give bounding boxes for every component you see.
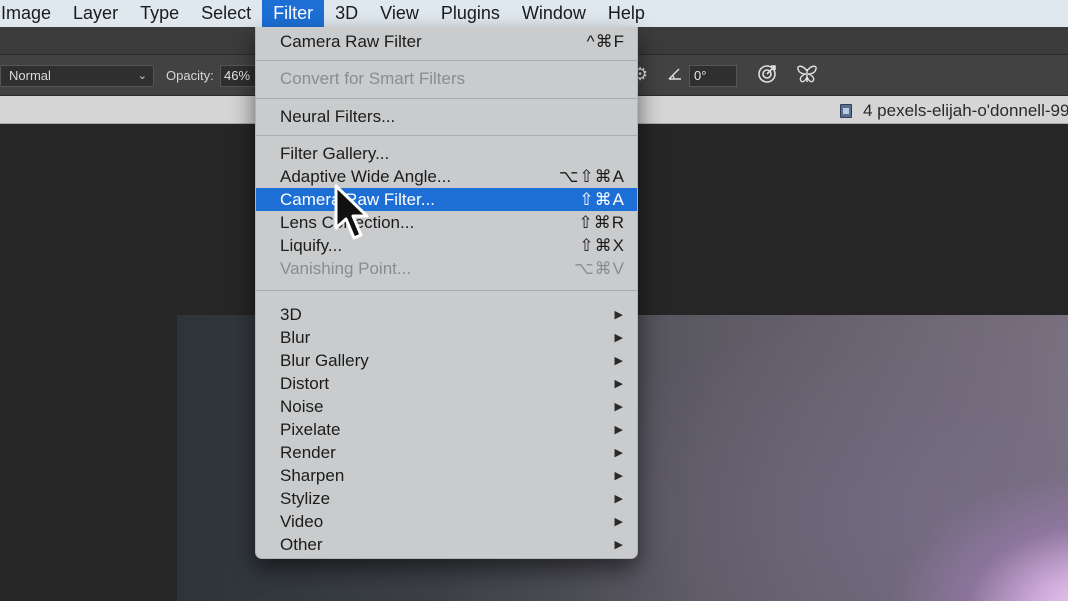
menu-layer[interactable]: Layer [62, 0, 129, 27]
menu-item-label: Pixelate [280, 419, 341, 439]
menu-item-label: Liquify... [280, 235, 343, 255]
blend-mode-select[interactable]: Normal ⌄ [0, 65, 154, 87]
menu-item-shortcut: ^⌘F [586, 31, 625, 51]
submenu-arrow-icon: ▶ [614, 378, 623, 390]
menu-item-label: Camera Raw Filter [280, 31, 422, 51]
mouse-pointer-icon [334, 184, 369, 240]
blend-mode-value: Normal [9, 68, 51, 83]
menu-window[interactable]: Window [511, 0, 597, 27]
menu-item-label: Filter Gallery... [280, 143, 390, 163]
submenu-arrow-icon: ▶ [614, 516, 623, 528]
menu-item-label: Sharpen [280, 465, 345, 485]
menu-item-neural-filters[interactable]: Neural Filters... [256, 105, 637, 128]
submenu-pixelate[interactable]: Pixelate ▶ [256, 418, 637, 441]
menu-item-label: Neural Filters... [280, 106, 396, 126]
submenu-arrow-icon: ▶ [614, 539, 623, 551]
submenu-arrow-icon: ▶ [614, 424, 623, 436]
submenu-other[interactable]: Other ▶ [256, 533, 637, 556]
submenu-sharpen[interactable]: Sharpen ▶ [256, 464, 637, 487]
photoshop-file-icon [840, 104, 852, 118]
menu-item-label: Render [280, 442, 336, 462]
document-tab[interactable]: 4 pexels-elijah-o'donnell-99 [840, 98, 1068, 124]
menu-item-camera-raw-filter[interactable]: Camera Raw Filter... ⇧⌘A [256, 188, 637, 211]
submenu-distort[interactable]: Distort ▶ [256, 372, 637, 395]
butterfly-icon[interactable] [795, 63, 819, 85]
submenu-noise[interactable]: Noise ▶ [256, 395, 637, 418]
angle-input[interactable]: 0° [689, 65, 737, 87]
submenu-arrow-icon: ▶ [614, 447, 623, 459]
chevron-down-icon: ⌄ [137, 70, 147, 82]
submenu-arrow-icon: ▶ [614, 401, 623, 413]
document-tab-title: 4 pexels-elijah-o'donnell-99 [863, 101, 1068, 120]
menu-filter[interactable]: Filter [262, 0, 325, 27]
target-icon[interactable] [756, 63, 778, 85]
menu-view[interactable]: View [369, 0, 430, 27]
menu-item-label: Convert for Smart Filters [280, 68, 466, 88]
filter-menu: Camera Raw Filter ^⌘F Convert for Smart … [255, 27, 638, 559]
menu-item-shortcut: ⇧⌘A [579, 189, 625, 209]
menu-type[interactable]: Type [129, 0, 190, 27]
submenu-arrow-icon: ▶ [614, 470, 623, 482]
menu-help[interactable]: Help [597, 0, 656, 27]
menu-item-label: Video [280, 511, 324, 531]
menu-item-shortcut: ⇧⌘R [578, 212, 625, 232]
submenu-blur-gallery[interactable]: Blur Gallery ▶ [256, 349, 637, 372]
menu-image[interactable]: Image [0, 0, 62, 27]
menu-item-lens-correction[interactable]: Lens Correction... ⇧⌘R [256, 211, 637, 234]
submenu-arrow-icon: ▶ [614, 493, 623, 505]
menu-item-shortcut: ⇧⌘X [579, 235, 625, 255]
menu-separator [256, 60, 637, 61]
menu-item-label: Blur [280, 327, 311, 347]
menu-item-label: Stylize [280, 488, 331, 508]
submenu-blur[interactable]: Blur ▶ [256, 326, 637, 349]
menu-item-shortcut: ⌥⌘V [574, 258, 625, 278]
submenu-3d[interactable]: 3D ▶ [256, 303, 637, 326]
submenu-render[interactable]: Render ▶ [256, 441, 637, 464]
menu-select[interactable]: Select [190, 0, 262, 27]
menu-item-adaptive-wide-angle[interactable]: Adaptive Wide Angle... ⌥⇧⌘A [256, 165, 637, 188]
menu-separator [256, 290, 637, 291]
menu-item-liquify[interactable]: Liquify... ⇧⌘X [256, 234, 637, 257]
menu-item-label: 3D [280, 304, 302, 324]
menu-item-convert-smart-filters: Convert for Smart Filters [256, 67, 637, 90]
opacity-input[interactable]: 46% [220, 65, 260, 87]
submenu-stylize[interactable]: Stylize ▶ [256, 487, 637, 510]
menu-separator [256, 98, 637, 99]
menu-item-label: Noise [280, 396, 324, 416]
photoshop-window: Image Layer Type Select Filter 3D View P… [0, 0, 1068, 601]
menu-item-label: Blur Gallery [280, 350, 369, 370]
menu-bar: Image Layer Type Select Filter 3D View P… [0, 0, 1068, 27]
menu-3d[interactable]: 3D [324, 0, 369, 27]
submenu-video[interactable]: Video ▶ [256, 510, 637, 533]
submenu-arrow-icon: ▶ [614, 355, 623, 367]
menu-item-last-filter[interactable]: Camera Raw Filter ^⌘F [256, 30, 637, 53]
menu-item-filter-gallery[interactable]: Filter Gallery... [256, 142, 637, 165]
menu-item-label: Vanishing Point... [280, 258, 412, 278]
opacity-label: Opacity: [166, 68, 214, 83]
menu-item-shortcut: ⌥⇧⌘A [558, 166, 625, 186]
submenu-arrow-icon: ▶ [614, 332, 623, 344]
menu-item-label: Distort [280, 373, 330, 393]
submenu-arrow-icon: ▶ [614, 309, 623, 321]
menu-item-label: Other [280, 534, 323, 554]
menu-plugins[interactable]: Plugins [430, 0, 511, 27]
angle-icon [668, 68, 681, 80]
menu-separator [256, 135, 637, 136]
menu-item-vanishing-point: Vanishing Point... ⌥⌘V [256, 257, 637, 280]
